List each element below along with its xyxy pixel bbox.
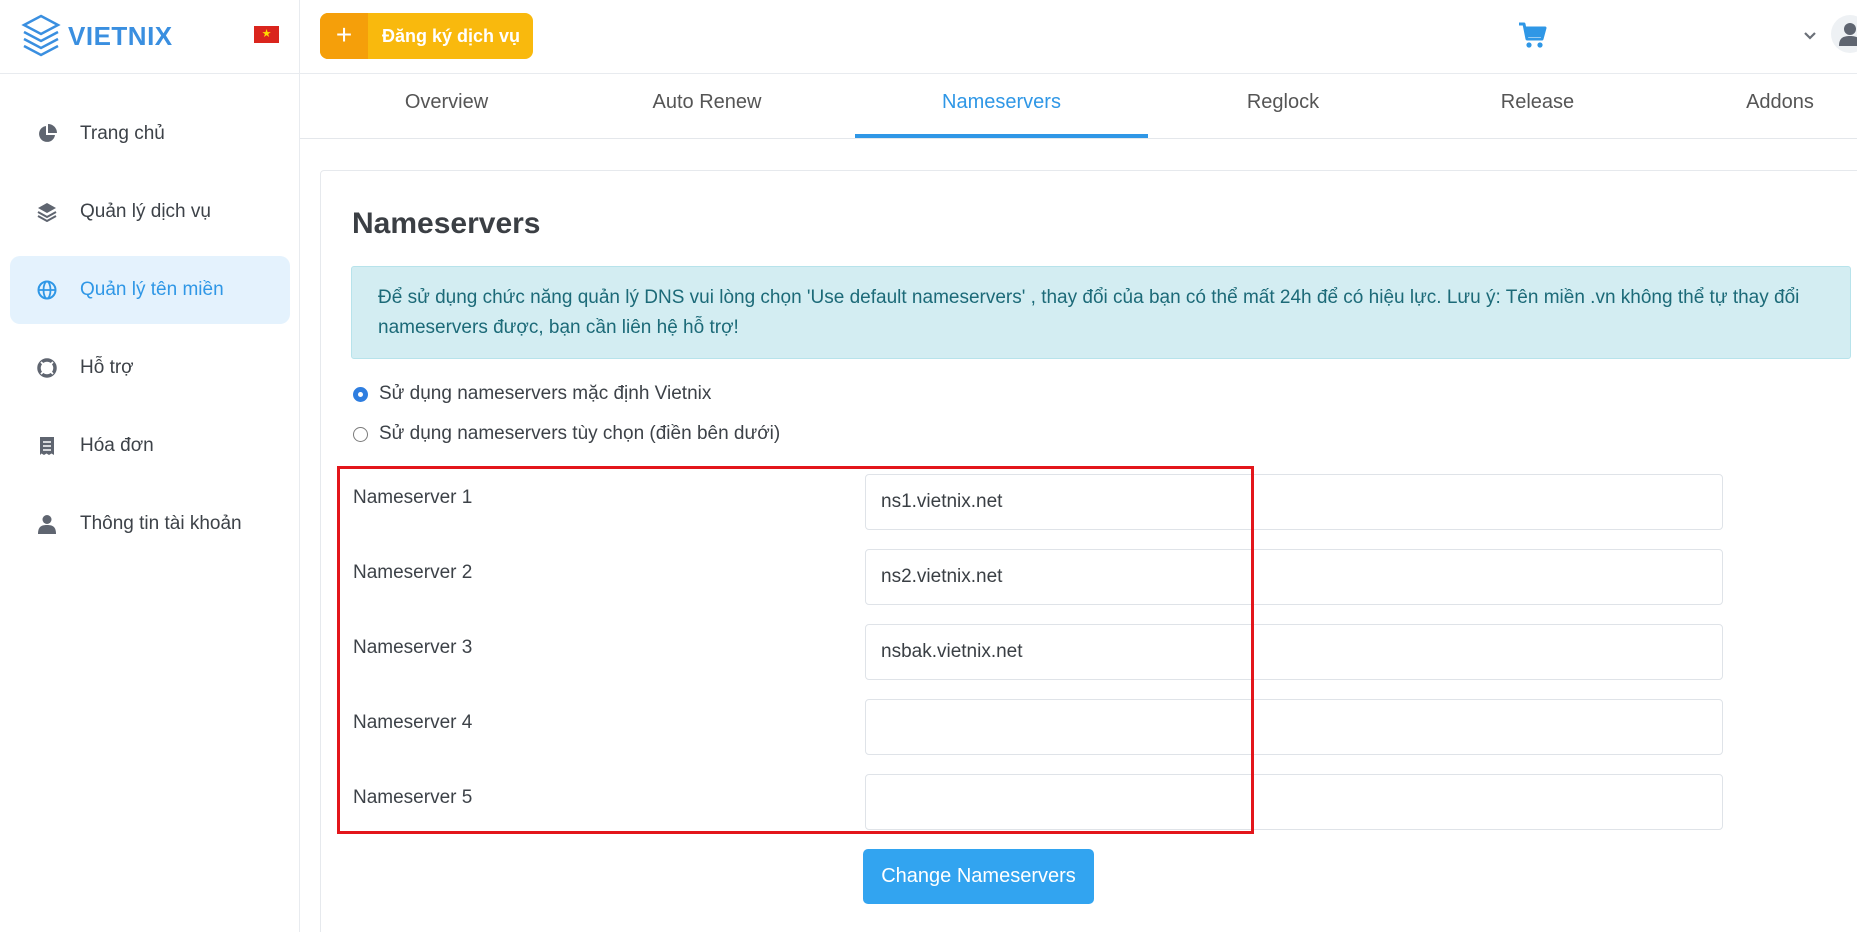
sidebar-item-domains[interactable]: Quản lý tên miền <box>10 256 290 324</box>
sidebar-nav: Trang chủ Quản lý dịch vụ Quản lý tên mi… <box>10 100 290 568</box>
change-nameservers-button[interactable]: Change Nameservers <box>863 849 1094 904</box>
vietnix-logo-icon <box>21 14 61 57</box>
radio-custom-label: Sử dụng nameservers tùy chọn (điền bên d… <box>379 423 781 444</box>
sidebar-item-label: Hóa đơn <box>80 435 154 456</box>
sidebar-item-label: Quản lý tên miền <box>80 279 224 300</box>
nameserver-row: Nameserver 4 <box>353 699 1753 755</box>
tab-overview[interactable]: Overview <box>344 74 549 138</box>
tab-release[interactable]: Release <box>1430 74 1645 138</box>
nameserver-row: Nameserver 3 <box>353 624 1753 680</box>
nameserver-label: Nameserver 2 <box>353 562 473 583</box>
lifebuoy-icon <box>36 357 58 379</box>
vietnam-flag-icon[interactable]: ★ <box>254 26 279 43</box>
radio-custom-nameservers[interactable]: Sử dụng nameservers tùy chọn (điền bên d… <box>353 423 780 445</box>
nameserver-row: Nameserver 2 <box>353 549 1753 605</box>
pie-chart-icon <box>36 123 58 145</box>
nameserver-row: Nameserver 5 <box>353 774 1753 830</box>
sidebar-item-label: Thông tin tài khoản <box>80 513 242 534</box>
vietnix-logo[interactable]: VIETNIX <box>20 14 173 58</box>
sidebar-item-label: Trang chủ <box>80 123 165 144</box>
nameserver-row: Nameserver 1 <box>353 474 1753 530</box>
nameservers-card: Nameservers Để sử dụng chức năng quản lý… <box>320 170 1857 932</box>
user-icon <box>36 513 58 535</box>
radio-default-label: Sử dụng nameservers mặc định Vietnix <box>379 383 712 404</box>
nameserver-label: Nameserver 4 <box>353 712 473 733</box>
sidebar-item-label: Hỗ trợ <box>80 357 134 378</box>
globe-icon <box>36 279 58 301</box>
nameserver-label: Nameserver 5 <box>353 787 473 808</box>
user-menu-avatar[interactable] <box>1830 14 1857 54</box>
sidebar-item-home[interactable]: Trang chủ <box>10 100 290 168</box>
tab-auto-renew[interactable]: Auto Renew <box>592 74 822 138</box>
sidebar-item-account[interactable]: Thông tin tài khoản <box>10 490 290 558</box>
nameserver-5-input[interactable] <box>865 774 1723 830</box>
radio-default-nameservers[interactable]: Sử dụng nameservers mặc định Vietnix <box>353 383 711 405</box>
nameserver-label: Nameserver 3 <box>353 637 473 658</box>
brand-header: VIETNIX ★ <box>0 0 299 74</box>
sidebar-item-invoices[interactable]: Hóa đơn <box>10 412 290 480</box>
brand-name: VIETNIX <box>68 20 173 51</box>
register-service-button[interactable]: + Đăng ký dịch vụ <box>320 13 533 59</box>
sidebar-item-label: Quản lý dịch vụ <box>80 201 211 222</box>
domain-tabs: Overview Auto Renew Nameservers Reglock … <box>300 74 1857 139</box>
nameserver-1-input[interactable] <box>865 474 1723 530</box>
top-bar: + Đăng ký dịch vụ <box>300 0 1857 74</box>
tab-addons[interactable]: Addons <box>1700 74 1857 138</box>
nameserver-4-input[interactable] <box>865 699 1723 755</box>
flag-star-icon: ★ <box>261 28 272 40</box>
sidebar-item-services[interactable]: Quản lý dịch vụ <box>10 178 290 246</box>
sidebar-item-support[interactable]: Hỗ trợ <box>10 334 290 402</box>
nameserver-3-input[interactable] <box>865 624 1723 680</box>
nameserver-2-input[interactable] <box>865 549 1723 605</box>
app-root: VIETNIX ★ Trang chủ Quản lý dịch vụ Quản… <box>0 0 1857 932</box>
nameserver-label: Nameserver 1 <box>353 487 473 508</box>
sidebar: VIETNIX ★ Trang chủ Quản lý dịch vụ Quản… <box>0 0 300 932</box>
info-alert: Để sử dụng chức năng quản lý DNS vui lòn… <box>351 266 1851 359</box>
receipt-icon <box>36 435 58 457</box>
cart-icon[interactable] <box>1517 20 1547 50</box>
tab-reglock[interactable]: Reglock <box>1193 74 1373 138</box>
plus-icon: + <box>320 13 368 59</box>
layers-icon <box>36 201 58 223</box>
page-title: Nameservers <box>352 207 541 240</box>
chevron-down-icon[interactable] <box>1802 28 1818 44</box>
tab-nameservers[interactable]: Nameservers <box>855 74 1148 138</box>
radio-custom-indicator[interactable] <box>353 426 368 442</box>
radio-default-indicator[interactable] <box>353 386 368 402</box>
register-service-label: Đăng ký dịch vụ <box>382 25 521 46</box>
